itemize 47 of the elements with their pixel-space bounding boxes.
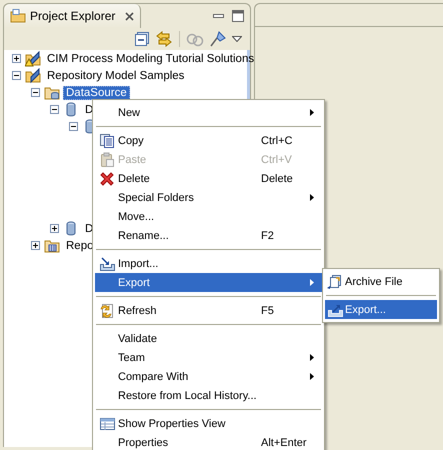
menu-item[interactable]: New <box>95 103 322 122</box>
expand-toggle[interactable] <box>50 224 59 233</box>
menu-item[interactable]: Export... <box>325 300 437 319</box>
archive-icon <box>327 274 343 290</box>
menu-item[interactable]: Rename... F2 <box>95 226 322 245</box>
tree-item[interactable]: Repository Model Samples <box>44 68 188 82</box>
close-icon[interactable] <box>125 12 134 20</box>
menu-item[interactable]: Move... <box>95 207 322 226</box>
view-title: Project Explorer <box>30 9 116 23</box>
collapse-toggle[interactable] <box>69 122 78 131</box>
tree-item[interactable]: CIM Process Modeling Tutorial Solutions <box>44 52 258 66</box>
menu-item[interactable]: Compare With <box>95 367 322 386</box>
refresh-icon <box>98 302 114 318</box>
menu-item[interactable]: Archive File <box>325 272 437 291</box>
view-menu-icon[interactable] <box>232 36 242 42</box>
menu-item[interactable]: Properties Alt+Enter <box>95 433 322 450</box>
table-icon <box>98 416 114 432</box>
menu-item[interactable]: Import... <box>95 254 322 273</box>
maximize-icon[interactable] <box>232 10 244 22</box>
menu-item[interactable]: Delete Delete <box>95 169 322 188</box>
link-arrows-icon[interactable] <box>155 31 173 47</box>
expand-toggle[interactable] <box>12 54 21 63</box>
tree-item[interactable]: DataSource <box>63 86 130 100</box>
folder-icon <box>44 238 60 254</box>
collapse-toggle[interactable] <box>50 105 59 114</box>
collapse-toggle[interactable] <box>31 88 40 97</box>
project-folder-icon <box>25 68 41 84</box>
folder-icon <box>44 84 60 100</box>
menu-item[interactable]: Restore from Local History... <box>95 386 322 405</box>
project-folder-icon <box>25 50 41 66</box>
menu-item[interactable]: Team <box>95 348 322 367</box>
collapse-all-icon[interactable] <box>135 32 149 46</box>
menu-item[interactable]: Validate <box>95 329 322 348</box>
view-tab[interactable]: Project Explorer <box>4 4 142 28</box>
menu-item[interactable]: Show Properties View <box>95 414 322 433</box>
menu-item[interactable]: Copy Ctrl+C <box>95 131 322 150</box>
menu-item[interactable]: Special Folders <box>95 188 322 207</box>
collapse-toggle[interactable] <box>12 71 21 80</box>
minimize-icon[interactable] <box>213 14 224 18</box>
menu-item[interactable]: Export <box>95 273 322 292</box>
delete-icon <box>98 170 114 186</box>
folder-icon <box>10 9 26 23</box>
import-icon <box>98 256 114 272</box>
menu-item[interactable]: Refresh F5 <box>95 301 322 320</box>
copy-icon <box>98 132 114 148</box>
expand-toggle[interactable] <box>31 241 40 250</box>
paste-icon <box>98 152 114 168</box>
